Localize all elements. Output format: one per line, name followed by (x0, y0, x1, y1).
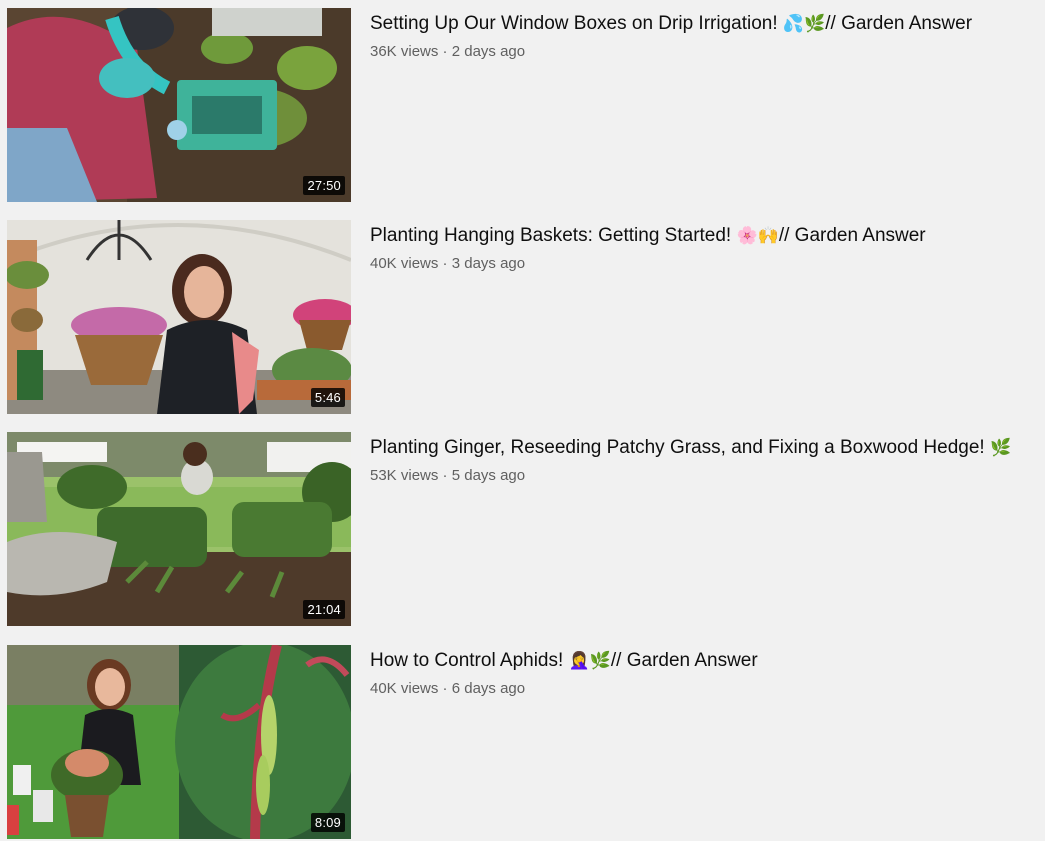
video-meta-1: Setting Up Our Window Boxes on Drip Irri… (370, 11, 1045, 63)
view-count: 40K views (370, 680, 439, 697)
video-title-1[interactable]: Setting Up Our Window Boxes on Drip Irri… (370, 11, 1045, 37)
video-item-3[interactable]: 21:04 Planting Ginger, Reseeding Patchy … (0, 432, 1045, 628)
video-duration: 27:50 (303, 176, 345, 195)
title-emoji: 🌸🙌 (736, 226, 779, 246)
video-duration: 21:04 (303, 600, 345, 619)
upload-age: 2 days ago (451, 43, 526, 60)
video-title-3[interactable]: Planting Ginger, Reseeding Patchy Grass,… (370, 435, 1045, 461)
title-channel-suffix: // Garden Answer (825, 13, 973, 34)
video-thumbnail-4[interactable]: 8:09 (7, 645, 351, 839)
video-stats-2: 40K views · 3 days ago (370, 253, 1045, 275)
video-duration: 8:09 (310, 813, 345, 832)
video-title-text: Setting Up Our Window Boxes on Drip Irri… (370, 13, 778, 34)
video-thumbnail-1[interactable]: 27:50 (7, 8, 351, 202)
upload-age: 3 days ago (451, 255, 526, 272)
view-count: 53K views (370, 467, 439, 484)
meta-separator: · (438, 43, 452, 60)
title-emoji: 🌿 (989, 438, 1012, 458)
video-thumbnail-2[interactable]: 5:46 (7, 220, 351, 414)
title-channel-suffix: // Garden Answer (610, 650, 758, 671)
title-channel-suffix: // Garden Answer (778, 225, 926, 246)
view-count: 36K views (370, 43, 439, 60)
video-item-4[interactable]: 8:09 How to Control Aphids! 🤦‍♀️🌿// Gard… (0, 645, 1045, 841)
upload-age: 6 days ago (451, 680, 526, 697)
video-title-4[interactable]: How to Control Aphids! 🤦‍♀️🌿// Garden An… (370, 648, 1045, 674)
thumbnail-image-3 (7, 432, 351, 626)
video-title-text: Planting Ginger, Reseeding Patchy Grass,… (370, 437, 985, 458)
meta-separator: · (438, 255, 452, 272)
meta-separator: · (438, 680, 452, 697)
title-emoji: 💦🌿 (782, 14, 826, 34)
video-item-1[interactable]: 27:50 Setting Up Our Window Boxes on Dri… (0, 8, 1045, 204)
video-title-2[interactable]: Planting Hanging Baskets: Getting Starte… (370, 223, 1045, 249)
title-emoji: 🤦‍♀️🌿 (568, 651, 611, 671)
upload-age: 5 days ago (451, 467, 526, 484)
thumbnail-image-1 (7, 8, 351, 202)
video-meta-4: How to Control Aphids! 🤦‍♀️🌿// Garden An… (370, 648, 1045, 700)
thumbnail-image-4 (7, 645, 351, 839)
video-duration: 5:46 (310, 388, 345, 407)
video-stats-4: 40K views · 6 days ago (370, 678, 1045, 700)
thumbnail-image-2 (7, 220, 351, 414)
video-title-text: Planting Hanging Baskets: Getting Starte… (370, 225, 732, 246)
view-count: 40K views (370, 255, 439, 272)
video-stats-3: 53K views · 5 days ago (370, 465, 1045, 487)
video-item-2[interactable]: 5:46 Planting Hanging Baskets: Getting S… (0, 220, 1045, 416)
video-meta-2: Planting Hanging Baskets: Getting Starte… (370, 223, 1045, 275)
video-meta-3: Planting Ginger, Reseeding Patchy Grass,… (370, 435, 1045, 487)
video-stats-1: 36K views · 2 days ago (370, 41, 1045, 63)
video-thumbnail-3[interactable]: 21:04 (7, 432, 351, 626)
video-title-text: How to Control Aphids! (370, 650, 564, 671)
meta-separator: · (438, 467, 452, 484)
